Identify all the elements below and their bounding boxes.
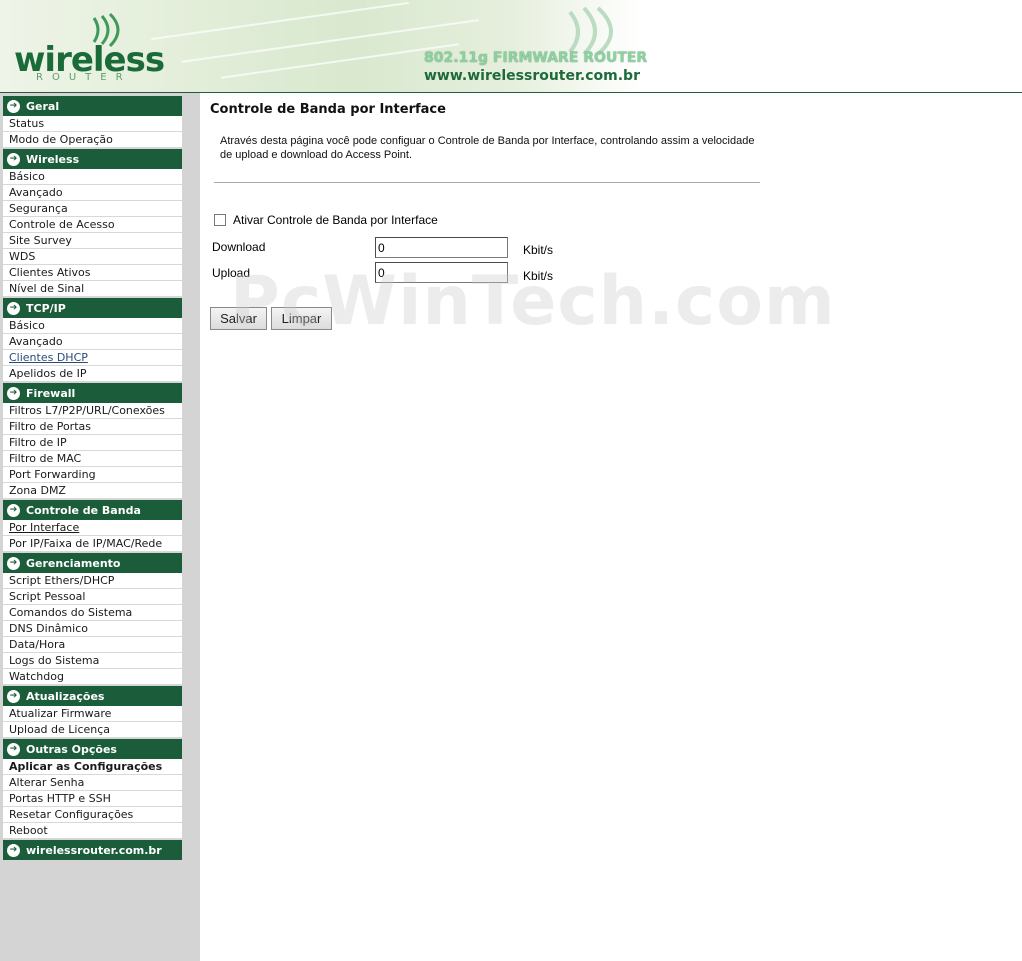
sidebar-section-header[interactable]: ➔ Gerenciamento: [3, 553, 182, 573]
sidebar-item[interactable]: Atualizar Firmware: [3, 706, 182, 722]
sidebar-item[interactable]: Logs do Sistema: [3, 653, 182, 669]
sidebar-item[interactable]: Reboot: [3, 823, 182, 839]
firmware-title: 802.11g FIRMWARE ROUTER: [424, 50, 648, 66]
sidebar-menu: ➔ Geral Status Modo de Operação ➔ Wireless Bás…: [3, 95, 182, 860]
sidebar-section-header[interactable]: ➔ wirelessrouter.com.br: [3, 840, 182, 860]
sidebar-item[interactable]: Site Survey: [3, 233, 182, 249]
sidebar-item[interactable]: Apelidos de IP: [3, 366, 182, 382]
download-label: Download: [212, 240, 266, 254]
arrow-right-icon: ➔: [7, 742, 20, 756]
signal-waves-icon: [568, 6, 613, 56]
upload-input[interactable]: [375, 262, 508, 283]
sidebar-item[interactable]: Nível de Sinal: [3, 281, 182, 297]
header-url: www.wirelessrouter.com.br: [424, 68, 640, 84]
sidebar-item[interactable]: WDS: [3, 249, 182, 265]
sidebar-item[interactable]: Modo de Operação: [3, 132, 182, 148]
arrow-right-icon: ➔: [7, 152, 20, 166]
page-description: Através desta página você pode configuar…: [220, 135, 755, 161]
sidebar-item[interactable]: Alterar Senha: [3, 775, 182, 791]
page-title: Controle de Banda por Interface: [210, 102, 446, 117]
sidebar-item[interactable]: Portas HTTP e SSH: [3, 791, 182, 807]
sidebar-item[interactable]: Básico: [3, 318, 182, 334]
sidebar-section-title: Geral: [26, 99, 60, 113]
sidebar-item[interactable]: Clientes Ativos: [3, 265, 182, 281]
sidebar: ➔ Geral Status Modo de Operação ➔ Wireless Bás…: [0, 93, 200, 961]
sidebar-section-header[interactable]: ➔ Geral: [3, 96, 182, 116]
sidebar-item[interactable]: Por IP/Faixa de IP/MAC/Rede: [3, 536, 182, 552]
sidebar-section-header[interactable]: ➔ Wireless: [3, 149, 182, 169]
sidebar-section-title: Firewall: [26, 386, 76, 400]
enable-bandwidth-checkbox[interactable]: [214, 214, 226, 226]
sidebar-section-header[interactable]: ➔ TCP/IP: [3, 298, 182, 318]
sidebar-section-title: TCP/IP: [26, 301, 66, 315]
divider: [214, 182, 760, 183]
sidebar-item[interactable]: DNS Dinâmico: [3, 621, 182, 637]
sidebar-item[interactable]: Controle de Acesso: [3, 217, 182, 233]
arrow-right-icon: ➔: [7, 99, 20, 113]
sidebar-section-title: Wireless: [26, 152, 80, 166]
sidebar-item[interactable]: Script Ethers/DHCP: [3, 573, 182, 589]
save-button[interactable]: Salvar: [210, 307, 267, 330]
sidebar-item[interactable]: Filtros L7/P2P/URL/Conexões: [3, 403, 182, 419]
sidebar-item[interactable]: Filtro de IP: [3, 435, 182, 451]
upload-label: Upload: [212, 266, 251, 280]
arrow-right-icon: ➔: [7, 503, 20, 517]
sidebar-item[interactable]: Data/Hora: [3, 637, 182, 653]
sidebar-item[interactable]: Script Pessoal: [3, 589, 182, 605]
sidebar-item[interactable]: Básico: [3, 169, 182, 185]
arrow-right-icon: ➔: [7, 556, 20, 570]
sidebar-section-header[interactable]: ➔ Controle de Banda: [3, 500, 182, 520]
sidebar-item[interactable]: Filtro de MAC: [3, 451, 182, 467]
sidebar-item[interactable]: Aplicar as Configurações: [3, 759, 182, 775]
sidebar-item[interactable]: Segurança: [3, 201, 182, 217]
enable-bandwidth-label: Ativar Controle de Banda por Interface: [233, 213, 438, 227]
sidebar-item[interactable]: Clientes DHCP: [3, 350, 182, 366]
enable-bandwidth-control-row[interactable]: Ativar Controle de Banda por Interface: [214, 213, 514, 227]
sidebar-item[interactable]: Watchdog: [3, 669, 182, 685]
upload-unit: Kbit/s: [523, 269, 554, 283]
sidebar-section-title: Controle de Banda: [26, 503, 141, 517]
arrow-right-icon: ➔: [7, 386, 20, 400]
sidebar-item[interactable]: Filtro de Portas: [3, 419, 182, 435]
sidebar-item[interactable]: Resetar Configurações: [3, 807, 182, 823]
sidebar-section-title: wirelessrouter.com.br: [26, 843, 162, 857]
sidebar-section-title: Atualizações: [26, 689, 105, 703]
header-banner: wireless ROUTER 802.11g FIRMWARE ROUTER …: [0, 0, 1022, 93]
main-content: Controle de Banda por Interface Através …: [200, 93, 1022, 961]
sidebar-item[interactable]: Avançado: [3, 185, 182, 201]
sidebar-section-title: Gerenciamento: [26, 556, 121, 570]
clear-button[interactable]: Limpar: [271, 307, 332, 330]
sidebar-item[interactable]: Upload de Licença: [3, 722, 182, 738]
download-unit: Kbit/s: [523, 243, 554, 257]
sidebar-section-title: Outras Opções: [26, 742, 117, 756]
sidebar-item[interactable]: Por Interface: [3, 520, 182, 536]
arrow-right-icon: ➔: [7, 843, 20, 857]
download-input[interactable]: [375, 237, 508, 258]
sidebar-section-header[interactable]: ➔ Firewall: [3, 383, 182, 403]
sidebar-item[interactable]: Zona DMZ: [3, 483, 182, 499]
arrow-right-icon: ➔: [7, 689, 20, 703]
sidebar-section-header[interactable]: ➔ Outras Opções: [3, 739, 182, 759]
sidebar-item[interactable]: Status: [3, 116, 182, 132]
arrow-right-icon: ➔: [7, 301, 20, 315]
sidebar-item[interactable]: Avançado: [3, 334, 182, 350]
sidebar-section-header[interactable]: ➔ Atualizações: [3, 686, 182, 706]
sidebar-item[interactable]: Port Forwarding: [3, 467, 182, 483]
logo-subtitle: ROUTER: [36, 72, 132, 83]
sidebar-item[interactable]: Comandos do Sistema: [3, 605, 182, 621]
